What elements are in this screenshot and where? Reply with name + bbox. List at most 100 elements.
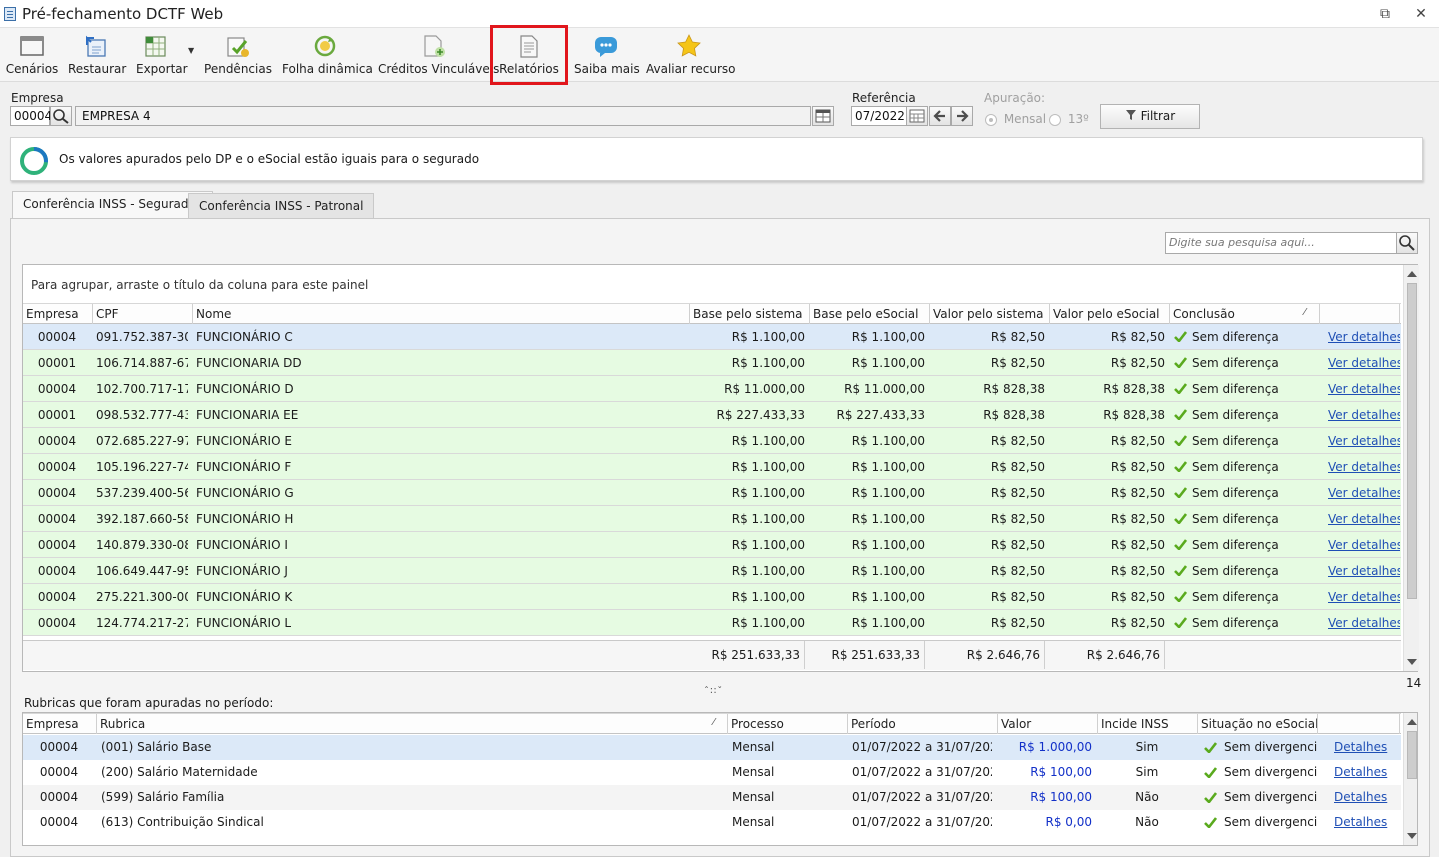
grid-search-input[interactable]: Digite sua pesquisa aqui... <box>1165 232 1398 254</box>
scrollbar-thumb[interactable] <box>1407 731 1417 779</box>
table-row[interactable]: 00004 275.221.300-00 FUNCIONÁRIO K R$ 1.100… <box>23 584 1401 610</box>
toolbar-cenarios-button[interactable]: Cenários <box>5 32 59 78</box>
column-header[interactable]: Empresa <box>23 304 93 324</box>
table-row[interactable]: 00004 105.196.227-74 FUNCIONÁRIO F R$ 1.100… <box>23 454 1401 480</box>
ver-detalhes-link[interactable]: Ver detalhes <box>1328 506 1400 532</box>
empresa-list-button[interactable] <box>812 106 834 126</box>
close-icon[interactable]: ✕ <box>1411 4 1431 24</box>
toolbar-folha-dinamica-button[interactable]: Folha dinâmica <box>282 32 373 78</box>
table-row[interactable]: 00004 124.774.217-27 FUNCIONÁRIO L R$ 1.100… <box>23 610 1401 636</box>
chevron-down-icon[interactable]: ▼ <box>188 46 194 55</box>
column-header[interactable]: Período <box>848 714 998 734</box>
empresa-code-field[interactable]: 00004 <box>10 106 52 126</box>
column-header[interactable] <box>1320 304 1400 324</box>
table-row[interactable]: 00004 (613) Contribuição Sindical Mensal 01… <box>23 810 1401 835</box>
detalhes-link[interactable]: Detalhes <box>1334 760 1406 785</box>
column-header[interactable]: CPF <box>93 304 193 324</box>
apuracao-mensal-radio[interactable]: Mensal <box>985 112 1046 126</box>
table-row[interactable]: 00004 091.752.387-30 FUNCIONÁRIO C R$ 1.100… <box>23 324 1401 350</box>
column-header[interactable]: Base pelo eSocial <box>810 304 930 324</box>
table-cell: R$ 82,50 <box>1110 486 1165 500</box>
empresa-search-button[interactable] <box>50 106 72 126</box>
tab-inss-patronal[interactable]: Conferência INSS - Patronal <box>188 193 375 219</box>
table-row[interactable]: 00001 106.714.887-67 FUNCIONARIA DD R$ 1.10… <box>23 350 1401 376</box>
table-row[interactable]: 00004 102.700.717-17 FUNCIONÁRIO D R$ 11.00… <box>23 376 1401 402</box>
column-header[interactable]: Valor pelo sistema <box>930 304 1050 324</box>
scroll-up-icon[interactable] <box>1407 719 1417 725</box>
ver-detalhes-link[interactable]: Ver detalhes <box>1328 324 1400 350</box>
search-icon <box>53 109 69 124</box>
column-header[interactable]: Processo <box>728 714 848 734</box>
column-header[interactable]: Situação no eSocial <box>1198 714 1318 734</box>
ver-detalhes-link[interactable]: Ver detalhes <box>1328 402 1400 428</box>
toolbar-pendencias-button[interactable]: Pendências <box>204 32 272 78</box>
apuracao-13-radio[interactable]: 13º <box>1049 112 1089 126</box>
total-value: R$ 251.633,33 <box>810 641 925 669</box>
ver-detalhes-link[interactable]: Ver detalhes <box>1328 350 1400 376</box>
column-header[interactable]: Valor <box>998 714 1098 734</box>
column-header[interactable] <box>1318 714 1400 734</box>
table-row[interactable]: 00004 (001) Salário Base Mensal 01/07/2022 … <box>23 735 1401 760</box>
previous-month-button[interactable] <box>929 106 951 126</box>
ver-detalhes-link[interactable]: Ver detalhes <box>1328 558 1400 584</box>
check-icon <box>1174 617 1187 628</box>
calendar-button[interactable] <box>906 106 928 126</box>
tab-inss-segurados[interactable]: Conferência INSS - Segurados <box>12 191 214 219</box>
empresa-label: Empresa <box>11 91 64 105</box>
check-icon <box>1204 817 1217 828</box>
table-row[interactable]: 00004 (599) Salário Família Mensal 01/07/20… <box>23 785 1401 810</box>
column-header[interactable]: Nome <box>193 304 690 324</box>
toolbar-exportar-button[interactable]: Exportar ▼ <box>132 32 196 78</box>
rubricas-header: Empresa Rubrica Processo Período Valor Incide… <box>23 713 1401 734</box>
column-header[interactable]: Base pelo sistema <box>690 304 810 324</box>
table-row[interactable]: 00004 140.879.330-08 FUNCIONÁRIO I R$ 1.100… <box>23 532 1401 558</box>
detalhes-link[interactable]: Detalhes <box>1334 735 1406 760</box>
status-ring-icon <box>20 147 48 175</box>
toolbar-saiba-mais-button[interactable]: Saiba mais <box>574 32 640 78</box>
toolbar-restaurar-button[interactable]: Restaurar <box>68 32 126 78</box>
detalhes-link[interactable]: Detalhes <box>1334 810 1406 835</box>
table-row[interactable]: 00001 098.532.777-43 FUNCIONARIA EE R$ 227.… <box>23 402 1401 428</box>
table-cell: R$ 82,50 <box>1110 538 1165 552</box>
table-cell: Sem diferença <box>1192 408 1279 422</box>
ver-detalhes-link[interactable]: Ver detalhes <box>1328 454 1400 480</box>
sort-indicator-icon[interactable]: ⁄ <box>1304 307 1306 318</box>
referencia-field[interactable]: 07/2022 <box>851 106 907 126</box>
table-row[interactable]: 00004 (200) Salário Maternidade Mensal 01/0… <box>23 760 1401 785</box>
column-header[interactable]: Rubrica <box>97 714 728 734</box>
table-row[interactable]: 00004 106.649.447-95 FUNCIONÁRIO J R$ 1.100… <box>23 558 1401 584</box>
ver-detalhes-link[interactable]: Ver detalhes <box>1328 584 1400 610</box>
splitter-handle-icon[interactable]: ˆ∶∶ˇ <box>704 686 723 697</box>
table-cell: Sem divergencia <box>1224 740 1318 754</box>
scroll-down-icon[interactable] <box>1407 659 1417 665</box>
filter-button[interactable]: Filtrar <box>1100 104 1200 129</box>
rubricas-vertical-scrollbar[interactable] <box>1403 713 1417 845</box>
column-header[interactable]: Incide INSS <box>1098 714 1198 734</box>
toolbar-creditos-vinculaveis-button[interactable]: Créditos Vinculáveis <box>378 32 499 78</box>
ver-detalhes-link[interactable]: Ver detalhes <box>1328 376 1400 402</box>
pending-check-icon <box>227 37 249 57</box>
table-row[interactable]: 00004 072.685.227-97 FUNCIONÁRIO E R$ 1.100… <box>23 428 1401 454</box>
scrollbar-thumb[interactable] <box>1407 283 1417 599</box>
table-row[interactable]: 00004 392.187.660-58 FUNCIONÁRIO H R$ 1.100… <box>23 506 1401 532</box>
next-month-button[interactable] <box>951 106 973 126</box>
ver-detalhes-link[interactable]: Ver detalhes <box>1328 428 1400 454</box>
ver-detalhes-link[interactable]: Ver detalhes <box>1328 480 1400 506</box>
grid-search-button[interactable] <box>1396 232 1418 254</box>
grid-vertical-scrollbar[interactable] <box>1403 265 1419 671</box>
toolbar-avaliar-recurso-button[interactable]: Avaliar recurso <box>646 32 736 78</box>
table-cell: Não <box>1135 790 1159 804</box>
scroll-down-icon[interactable] <box>1407 833 1417 839</box>
table-cell: R$ 82,50 <box>990 434 1045 448</box>
detalhes-link[interactable]: Detalhes <box>1334 785 1406 810</box>
ver-detalhes-link[interactable]: Ver detalhes <box>1328 532 1400 558</box>
sort-indicator-icon[interactable]: ⁄ <box>713 717 715 728</box>
ver-detalhes-link[interactable]: Ver detalhes <box>1328 610 1400 636</box>
scroll-up-icon[interactable] <box>1407 271 1417 277</box>
column-header[interactable]: Empresa <box>23 714 97 734</box>
table-row[interactable]: 00004 537.239.400-56 FUNCIONÁRIO G R$ 1.100… <box>23 480 1401 506</box>
empresa-name-field[interactable]: EMPRESA 4 <box>75 106 811 126</box>
column-header[interactable]: Conclusão <box>1170 304 1320 324</box>
restore-window-icon[interactable]: ⧉ <box>1375 4 1395 24</box>
column-header[interactable]: Valor pelo eSocial <box>1050 304 1170 324</box>
